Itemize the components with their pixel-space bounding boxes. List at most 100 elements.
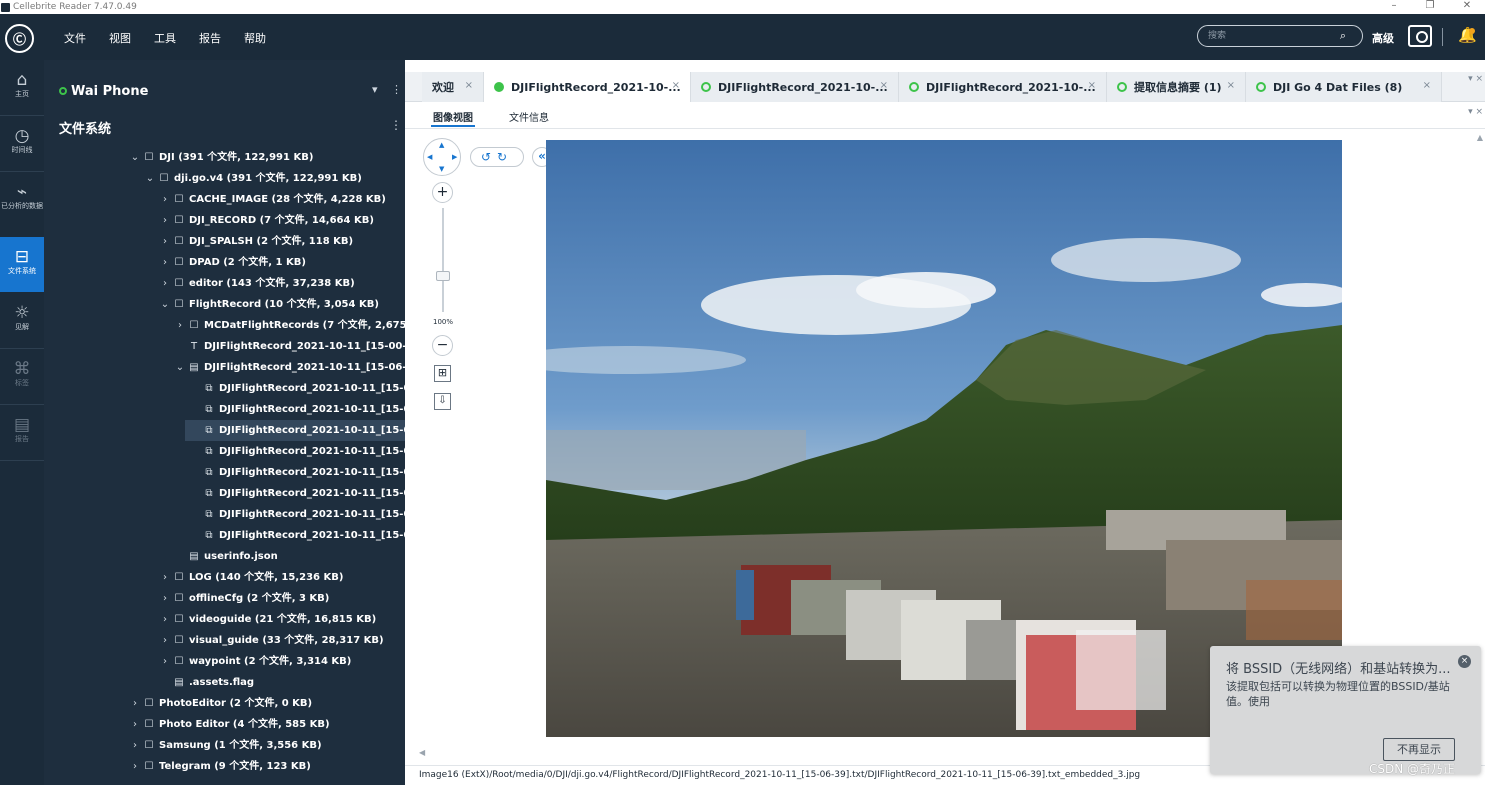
pan-down-icon[interactable]: ▼ bbox=[439, 165, 444, 173]
tree-row[interactable]: ▤ userinfo.json bbox=[44, 546, 405, 567]
tree-expand-icon[interactable]: ⌄ bbox=[128, 147, 142, 168]
menu-help[interactable]: 帮助 bbox=[244, 30, 266, 46]
rail-item-timeline[interactable]: ◷ 时间线 bbox=[0, 116, 44, 171]
menu-view[interactable]: 视图 bbox=[109, 30, 131, 46]
tab-flight-record-2[interactable]: DJIFlightRecord_2021-10-... × bbox=[691, 72, 899, 102]
tab-flight-record-1[interactable]: DJIFlightRecord_2021-10-... × bbox=[484, 72, 691, 102]
tab-close-icon[interactable]: × bbox=[1423, 80, 1431, 91]
scroll-left-icon[interactable]: ◀ bbox=[419, 748, 425, 757]
dont-show-again-button[interactable]: 不再显示 bbox=[1383, 738, 1455, 761]
minimize-button[interactable]: – bbox=[1382, 0, 1406, 14]
pan-up-icon[interactable]: ▲ bbox=[439, 141, 444, 149]
tree-expand-icon[interactable]: › bbox=[158, 231, 172, 252]
tree-row[interactable]: › ☐ Photo Editor (4 个文件, 585 KB) bbox=[44, 714, 405, 735]
zoom-slider-handle[interactable] bbox=[436, 270, 450, 281]
rail-item-insights[interactable]: ☼ 见解 bbox=[0, 293, 44, 348]
subtabbar-controls[interactable]: ▾ × bbox=[1468, 107, 1483, 117]
tree-row[interactable]: › ☐ visual_guide (33 个文件, 28,317 KB) bbox=[44, 630, 405, 651]
subtab-image-view[interactable]: 图像视图 bbox=[431, 109, 475, 127]
tree-row[interactable]: › ☐ videoguide (21 个文件, 16,815 KB) bbox=[44, 609, 405, 630]
tab-close-icon[interactable]: × bbox=[672, 80, 680, 91]
tree-row[interactable]: › ☐ LOG (140 个文件, 15,236 KB) bbox=[44, 567, 405, 588]
rail-item-tags[interactable]: ⌘ 标签 bbox=[0, 349, 44, 404]
rail-item-home[interactable]: ⌂ 主页 bbox=[0, 60, 44, 115]
tab-close-icon[interactable]: × bbox=[880, 80, 888, 91]
rotate-buttons[interactable]: ↺↻ bbox=[470, 147, 524, 167]
subtab-file-info[interactable]: 文件信息 bbox=[509, 109, 549, 124]
rail-item-reports[interactable]: ▤ 报告 bbox=[0, 405, 44, 460]
tree-row[interactable]: › ☐ MCDatFlightRecords (7 个文件, 2,675 bbox=[44, 315, 405, 336]
tree-expand-icon[interactable]: › bbox=[158, 588, 172, 609]
tree-row[interactable]: ⌄ ☐ DJI (391 个文件, 122,991 KB) bbox=[44, 147, 405, 168]
scroll-up-icon[interactable]: ▲ bbox=[1477, 133, 1483, 142]
tree-expand-icon[interactable]: ⌄ bbox=[143, 168, 157, 189]
tree-row[interactable]: ▤ .assets.flag bbox=[44, 672, 405, 693]
tree-row[interactable]: T DJIFlightRecord_2021-10-11_[15-00-54 bbox=[44, 336, 405, 357]
tree-row[interactable]: ⧉ DJIFlightRecord_2021-10-11_[15-06 bbox=[44, 378, 405, 399]
tree-row[interactable]: › ☐ Telegram (9 个文件, 123 KB) bbox=[44, 756, 405, 777]
tree-row[interactable]: › ☐ DJI_RECORD (7 个文件, 14,664 KB) bbox=[44, 210, 405, 231]
rail-item-file-system[interactable]: ⊟ 文件系统 bbox=[0, 237, 44, 292]
pan-right-icon[interactable]: ▶ bbox=[452, 153, 457, 161]
tree-row[interactable]: › ☐ DPAD (2 个文件, 1 KB) bbox=[44, 252, 405, 273]
tree-row[interactable]: ⧉ DJIFlightRecord_2021-10-11_[15-06 bbox=[44, 462, 405, 483]
screenshot-camera-icon[interactable] bbox=[1408, 25, 1432, 47]
toast-close-icon[interactable]: × bbox=[1458, 655, 1471, 668]
tree-expand-icon[interactable]: › bbox=[158, 630, 172, 651]
tree-row[interactable]: ⌄ ☐ FlightRecord (10 个文件, 3,054 KB) bbox=[44, 294, 405, 315]
advanced-search-button[interactable]: 高级 bbox=[1372, 30, 1394, 46]
tab-close-icon[interactable]: × bbox=[1088, 80, 1096, 91]
device-more-icon[interactable]: ⋮ bbox=[391, 83, 402, 96]
device-dropdown-icon[interactable]: ▾ bbox=[372, 83, 378, 96]
menu-tools[interactable]: 工具 bbox=[154, 30, 176, 46]
rail-item-analyzed-data[interactable]: ⌁ 已分析的数据 bbox=[0, 172, 44, 236]
close-window-button[interactable]: ✕ bbox=[1455, 0, 1479, 14]
file-system-more-icon[interactable]: ⋮ bbox=[390, 118, 402, 132]
tab-close-icon[interactable]: × bbox=[465, 80, 473, 91]
tree-expand-icon[interactable]: › bbox=[128, 714, 142, 735]
tree-expand-icon[interactable]: › bbox=[128, 735, 142, 756]
zoom-in-button[interactable]: + bbox=[432, 182, 453, 203]
tree-row[interactable]: ⌄ ☐ dji.go.v4 (391 个文件, 122,991 KB) bbox=[44, 168, 405, 189]
tabbar-controls[interactable]: ▾ × bbox=[1468, 74, 1483, 84]
device-selector[interactable]: Wai Phone bbox=[59, 84, 148, 99]
tree-expand-icon[interactable]: › bbox=[158, 567, 172, 588]
pan-control[interactable]: ▲ ▼ ◀ ▶ bbox=[423, 138, 461, 176]
tree-row[interactable]: › ☐ PhotoEditor (2 个文件, 0 KB) bbox=[44, 693, 405, 714]
tree-row[interactable]: ⌄ ▤ DJIFlightRecord_2021-10-11_[15-06-39 bbox=[44, 357, 405, 378]
tree-expand-icon[interactable]: › bbox=[158, 273, 172, 294]
tab-extraction-summary[interactable]: 提取信息摘要 (1) × bbox=[1107, 72, 1246, 102]
tab-dji-dat-files[interactable]: DJI Go 4 Dat Files (8) × bbox=[1246, 72, 1442, 102]
pan-left-icon[interactable]: ◀ bbox=[427, 153, 432, 161]
tree-expand-icon[interactable]: ⌄ bbox=[158, 294, 172, 315]
tree-row[interactable]: ⧉ DJIFlightRecord_2021-10-11_[15-06 bbox=[44, 525, 405, 546]
tree-row[interactable]: ⧉ DJIFlightRecord_2021-10-11_[15-06 bbox=[185, 420, 405, 441]
zoom-slider-track[interactable] bbox=[442, 208, 444, 312]
search-icon[interactable]: ⌕ bbox=[1340, 29, 1346, 43]
restore-button[interactable]: ❐ bbox=[1418, 0, 1442, 14]
tree-row[interactable]: ⧉ DJIFlightRecord_2021-10-11_[15-06 bbox=[44, 504, 405, 525]
tree-row[interactable]: › ☐ editor (143 个文件, 37,238 KB) bbox=[44, 273, 405, 294]
tab-close-icon[interactable]: × bbox=[1227, 80, 1235, 91]
tree-row[interactable]: › ☐ Samsung (1 个文件, 3,556 KB) bbox=[44, 735, 405, 756]
tree-row[interactable]: › ☐ CACHE_IMAGE (28 个文件, 4,228 KB) bbox=[44, 189, 405, 210]
tree-row[interactable]: ⧉ DJIFlightRecord_2021-10-11_[15-06 bbox=[44, 441, 405, 462]
tree-expand-icon[interactable]: › bbox=[158, 651, 172, 672]
tab-welcome[interactable]: 欢迎 × bbox=[422, 72, 484, 102]
tree-expand-icon[interactable]: › bbox=[128, 756, 142, 777]
tree-row[interactable]: › ☐ offlineCfg (2 个文件, 3 KB) bbox=[44, 588, 405, 609]
tree-expand-icon[interactable]: › bbox=[128, 693, 142, 714]
menu-report[interactable]: 报告 bbox=[199, 30, 221, 46]
zoom-out-button[interactable]: − bbox=[432, 335, 453, 356]
search-input[interactable] bbox=[1208, 29, 1328, 43]
fit-to-window-button[interactable]: ⊞ bbox=[434, 365, 451, 382]
tree-expand-icon[interactable]: ⌄ bbox=[173, 357, 187, 378]
tree-row[interactable]: › ☐ DJI_SPALSH (2 个文件, 118 KB) bbox=[44, 231, 405, 252]
export-image-button[interactable]: ⇩ bbox=[434, 393, 451, 410]
tree-expand-icon[interactable]: › bbox=[158, 609, 172, 630]
tree-expand-icon[interactable]: › bbox=[158, 252, 172, 273]
tree-expand-icon[interactable]: › bbox=[158, 210, 172, 231]
tree-row[interactable]: › ☐ waypoint (2 个文件, 3,314 KB) bbox=[44, 651, 405, 672]
tree-expand-icon[interactable]: › bbox=[158, 189, 172, 210]
menu-file[interactable]: 文件 bbox=[64, 30, 86, 46]
